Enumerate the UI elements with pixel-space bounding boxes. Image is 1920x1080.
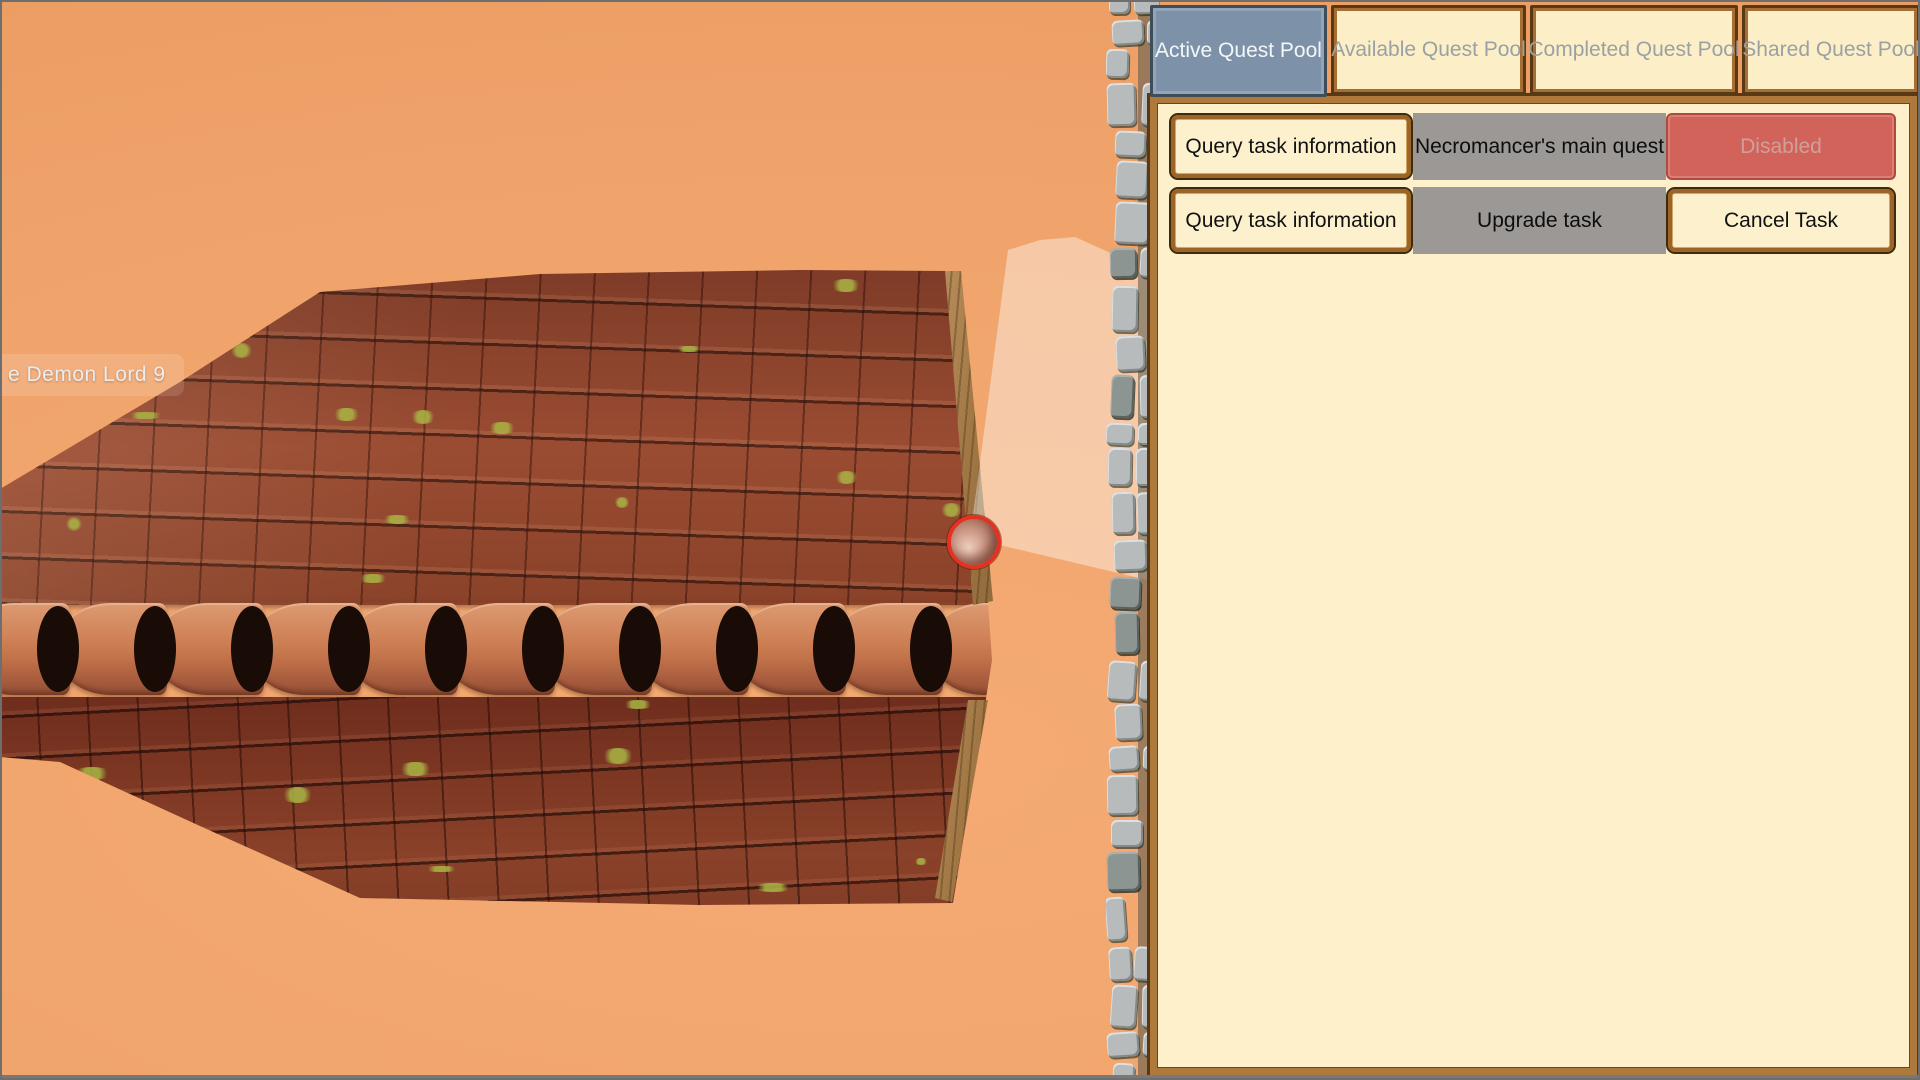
cancel-task-button[interactable]: Cancel Task xyxy=(1666,187,1896,254)
quest-row-active: Query task information Necromancer's mai… xyxy=(1169,113,1896,180)
unit-sphere[interactable] xyxy=(947,515,1001,569)
roof-bottom-slope xyxy=(0,697,1010,960)
tab-available-quest-pool[interactable]: Available Quest Pool xyxy=(1331,5,1526,95)
roof-ridge xyxy=(0,602,1010,698)
tab-active-quest-pool[interactable]: Active Quest Pool xyxy=(1150,5,1327,97)
upgrade-task-label[interactable]: Upgrade task xyxy=(1413,187,1666,254)
query-task-info-button[interactable]: Query task information xyxy=(1169,187,1413,254)
query-task-info-button[interactable]: Query task information xyxy=(1169,113,1413,180)
roof-top-slope xyxy=(0,255,1010,605)
quest-panel: Query task information Necromancer's mai… xyxy=(1147,93,1920,1078)
disabled-action-button[interactable]: Disabled xyxy=(1666,113,1896,180)
unit-name-label: e Demon Lord 9 xyxy=(0,354,184,396)
quest-row-task: Query task information Upgrade task Canc… xyxy=(1169,187,1896,254)
game-screen: e Demon Lord 9 Query task information Ne… xyxy=(0,0,1920,1080)
roof xyxy=(0,0,1010,960)
tab-shared-quest-pool[interactable]: Shared Quest Pool xyxy=(1742,5,1920,95)
tab-completed-quest-pool[interactable]: Completed Quest Pool xyxy=(1530,5,1738,95)
quest-title-label: Necromancer's main quest xyxy=(1413,113,1666,180)
